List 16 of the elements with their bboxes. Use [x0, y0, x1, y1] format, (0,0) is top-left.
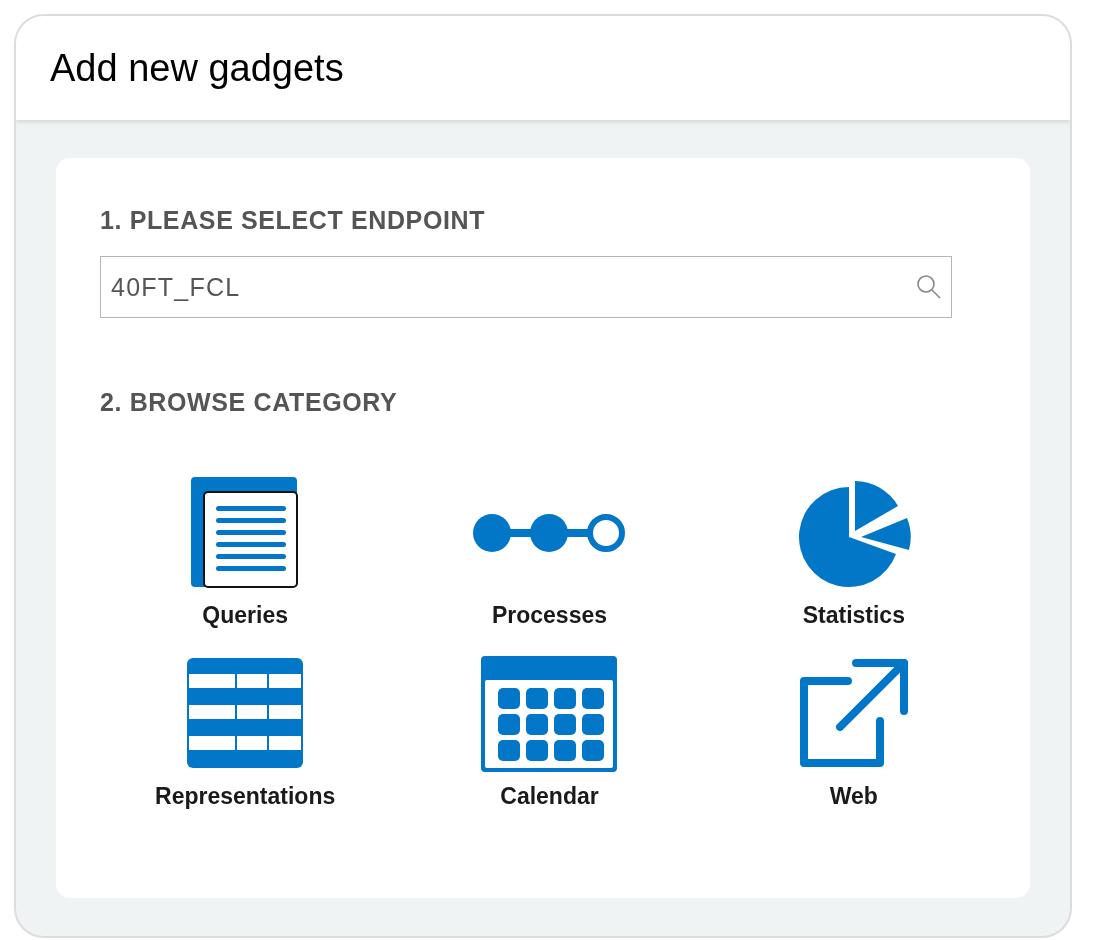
steps-icon[interactable]: [472, 512, 627, 554]
category-label[interactable]: Representations: [155, 778, 336, 813]
section-label: 2. BROWSE CATEGORY: [100, 387, 399, 418]
category-label[interactable]: Processes: [491, 598, 608, 633]
category-label[interactable]: Web: [829, 778, 878, 813]
category-label[interactable]: Calendar: [500, 778, 599, 813]
dialog-title: Add new gadgets: [50, 45, 344, 91]
search-icon[interactable]: [916, 274, 942, 300]
document-list-icon[interactable]: [191, 477, 300, 589]
search-field[interactable]: 40FT_FCL: [100, 256, 952, 318]
category-label[interactable]: Statistics: [802, 598, 905, 633]
section-label: 1. PLEASE SELECT ENDPOINT: [100, 205, 487, 236]
category-label[interactable]: Queries: [202, 598, 288, 633]
calendar-icon[interactable]: [479, 653, 620, 774]
table-icon[interactable]: [187, 657, 304, 770]
external-link-icon[interactable]: [797, 658, 910, 769]
